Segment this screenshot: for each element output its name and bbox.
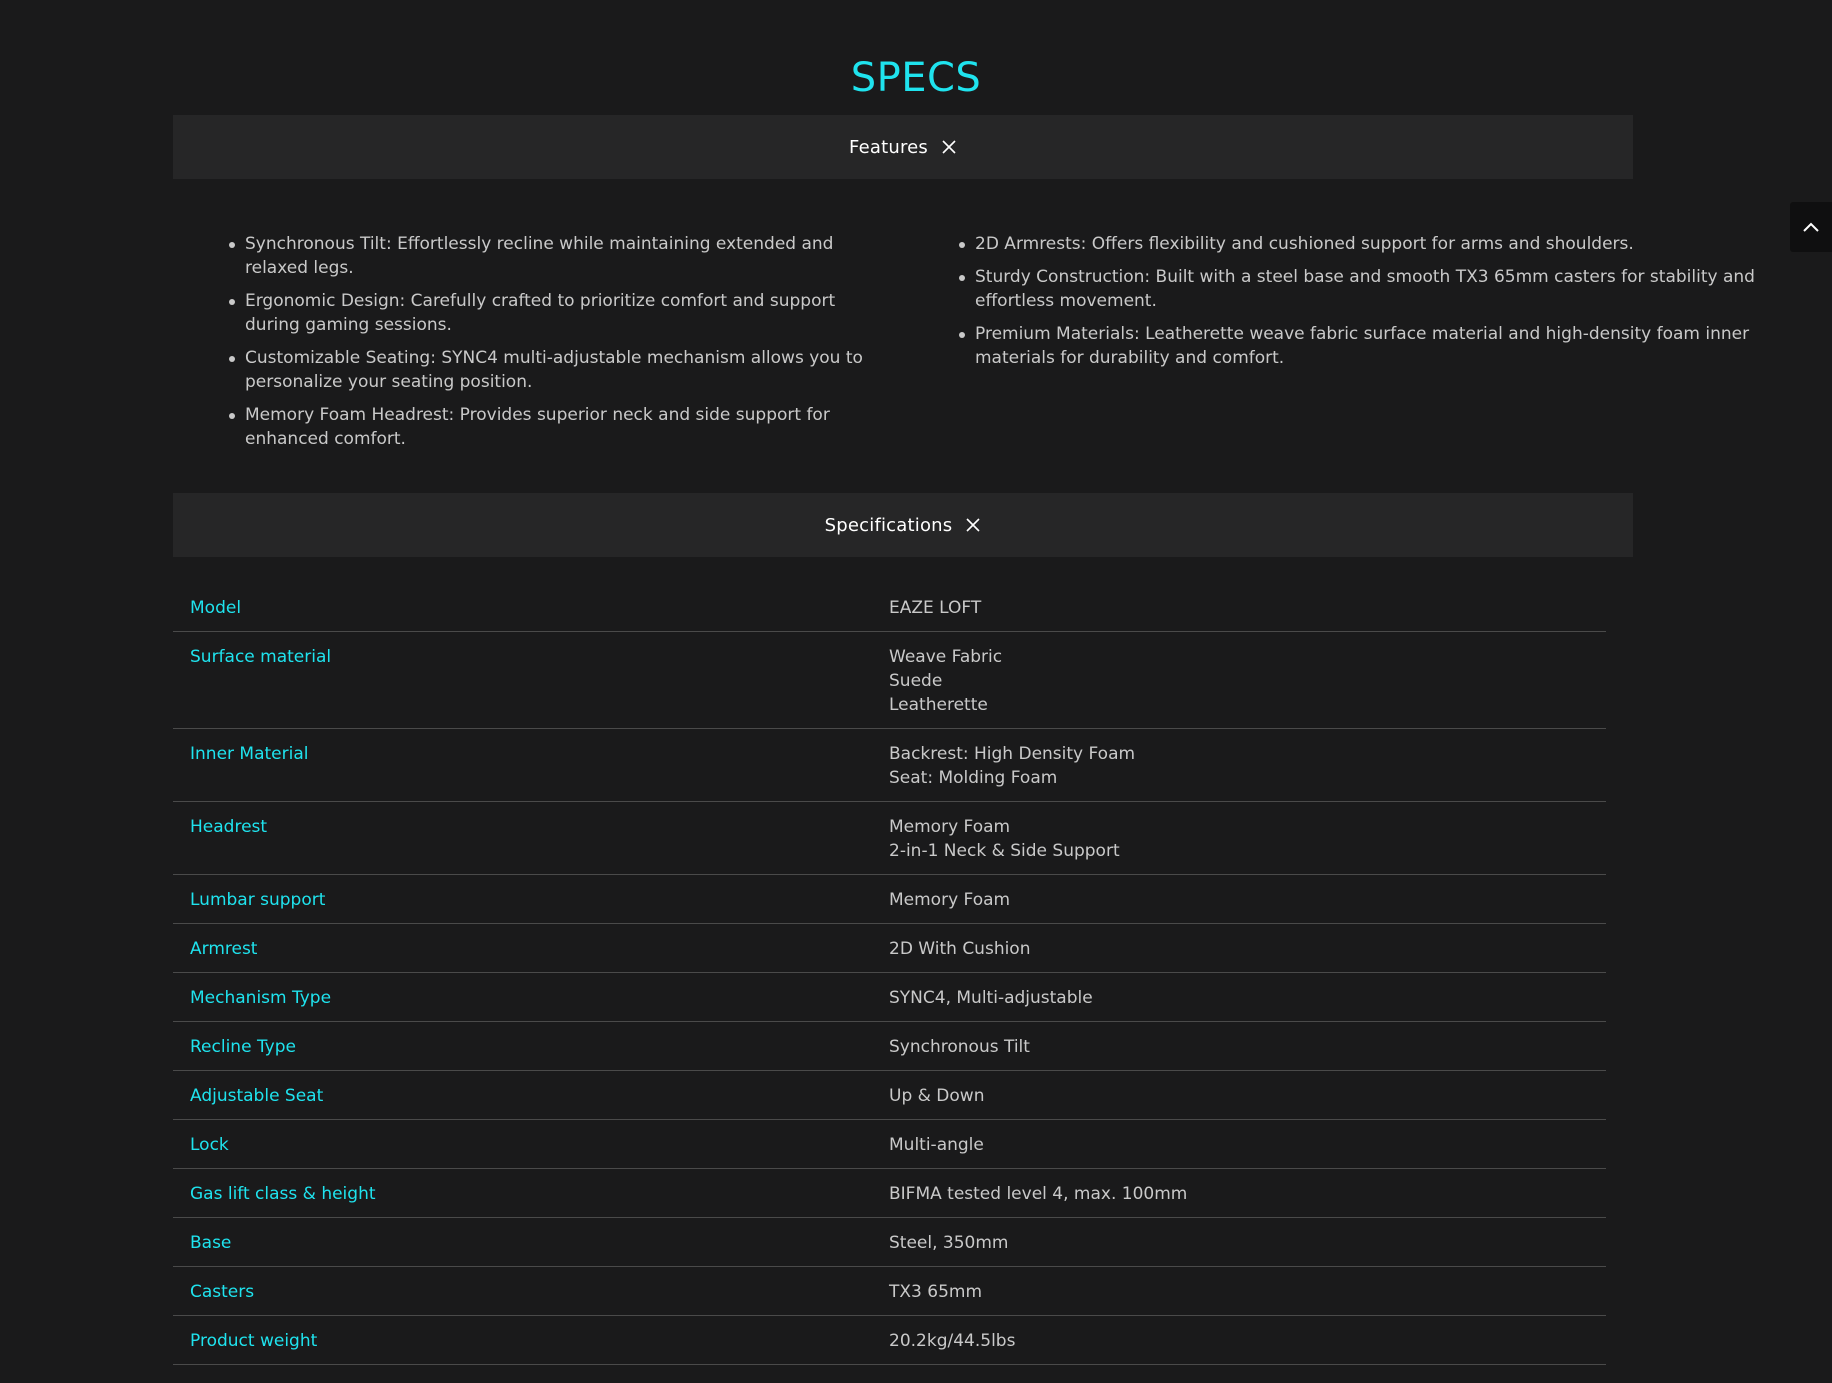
spec-value: 2D With Cushion [889,937,1606,961]
spec-value-line: Memory Foam [889,890,1011,910]
spec-key: Product weight [190,1331,318,1351]
spec-key: Model [190,598,242,618]
spec-value-line: Memory Foam [889,817,1011,837]
spec-key: Surface material [190,647,332,667]
spec-value-line: Suede [889,671,943,691]
table-row: Lumbar support Memory Foam [173,875,1606,924]
spec-value-line: BIFMA tested level 4, max. 100mm [889,1184,1188,1204]
spec-value-line: Leatherette [889,695,988,715]
spec-key: Mechanism Type [190,988,332,1008]
table-row: Lock Multi-angle [173,1120,1606,1169]
table-row: Inner Material Backrest: High Density Fo… [173,729,1606,802]
spec-value: Backrest: High Density Foam Seat: Moldin… [889,742,1606,790]
table-row: Gas lift class & height BIFMA tested lev… [173,1169,1606,1218]
spec-value: SYNC4, Multi-adjustable [889,986,1606,1010]
features-accordion-header[interactable]: Features [173,115,1633,179]
specifications-header-label: Specifications [824,514,953,536]
table-row: Adjustable Seat Up & Down [173,1071,1606,1120]
spec-value: BIFMA tested level 4, max. 100mm [889,1182,1606,1206]
spec-value: Memory Foam [889,888,1606,912]
feature-item: Customizable Seating: SYNC4 multi-adjust… [227,346,877,394]
spec-value: 20.2kg/44.5lbs [889,1329,1606,1353]
spec-value: EAZE LOFT [889,596,1606,620]
spec-key: Inner Material [190,744,309,764]
feature-item: Sturdy Construction: Built with a steel … [957,265,1827,313]
table-row: Recline Type Synchronous Tilt [173,1022,1606,1071]
spec-value: Weave Fabric Suede Leatherette [889,645,1606,717]
spec-value: Synchronous Tilt [889,1035,1606,1059]
spec-value: TX3 65mm [889,1280,1606,1304]
spec-value-line: Steel, 350mm [889,1233,1009,1253]
features-list-left: Synchronous Tilt: Effortlessly recline w… [227,232,877,460]
page-title: SPECS [850,55,982,101]
specs-page: SPECS Features Synchronous Tilt: Effortl… [0,0,1832,1383]
spec-value-line: Seat: Molding Foam [889,768,1058,788]
spec-key: Adjustable Seat [190,1086,324,1106]
table-row: Product weight 20.2kg/44.5lbs [173,1316,1606,1365]
close-icon[interactable] [965,517,981,533]
spec-value-line: Up & Down [889,1086,985,1106]
spec-value-line: Weave Fabric [889,647,1003,667]
features-header-label: Features [849,136,928,158]
feature-item: Premium Materials: Leatherette weave fab… [957,322,1827,370]
spec-key: Headrest [190,817,268,837]
spec-value-line: Synchronous Tilt [889,1037,1030,1057]
spec-value: Memory Foam 2-in-1 Neck & Side Support [889,815,1606,863]
spec-value-line: 2-in-1 Neck & Side Support [889,841,1120,861]
spec-key: Armrest [190,939,258,959]
spec-value: Up & Down [889,1084,1606,1108]
spec-value: Steel, 350mm [889,1231,1606,1255]
close-icon[interactable] [941,139,957,155]
spec-value-line: EAZE LOFT [889,598,982,618]
spec-value: Multi-angle [889,1133,1606,1157]
back-to-top-button[interactable] [1790,202,1832,252]
features-list-right: 2D Armrests: Offers flexibility and cush… [957,232,1827,379]
table-row: Mechanism Type SYNC4, Multi-adjustable [173,973,1606,1022]
table-row: Base Steel, 350mm [173,1218,1606,1267]
feature-item: 2D Armrests: Offers flexibility and cush… [957,232,1827,256]
table-row: Model EAZE LOFT [173,583,1606,632]
spec-value-line: Backrest: High Density Foam [889,744,1136,764]
feature-item: Ergonomic Design: Carefully crafted to p… [227,289,877,337]
spec-value-line: Multi-angle [889,1135,984,1155]
spec-key: Lumbar support [190,890,326,910]
specifications-accordion-header[interactable]: Specifications [173,493,1633,557]
spec-key: Gas lift class & height [190,1184,376,1204]
spec-value-line: 20.2kg/44.5lbs [889,1331,1016,1351]
spec-value-line: 2D With Cushion [889,939,1031,959]
spec-key: Recline Type [190,1037,296,1057]
feature-item: Memory Foam Headrest: Provides superior … [227,403,877,451]
spec-value-line: SYNC4, Multi-adjustable [889,988,1093,1008]
table-row: Casters TX3 65mm [173,1267,1606,1316]
table-row: Headrest Memory Foam 2-in-1 Neck & Side … [173,802,1606,875]
table-row: Armrest 2D With Cushion [173,924,1606,973]
feature-item: Synchronous Tilt: Effortlessly recline w… [227,232,877,280]
spec-key: Lock [190,1135,229,1155]
spec-key: Casters [190,1282,255,1302]
chevron-up-icon [1802,218,1820,237]
specifications-table: Model EAZE LOFT Surface material Weave F… [173,583,1606,1365]
spec-value-line: TX3 65mm [889,1282,983,1302]
spec-key: Base [190,1233,232,1253]
table-row: Surface material Weave Fabric Suede Leat… [173,632,1606,729]
